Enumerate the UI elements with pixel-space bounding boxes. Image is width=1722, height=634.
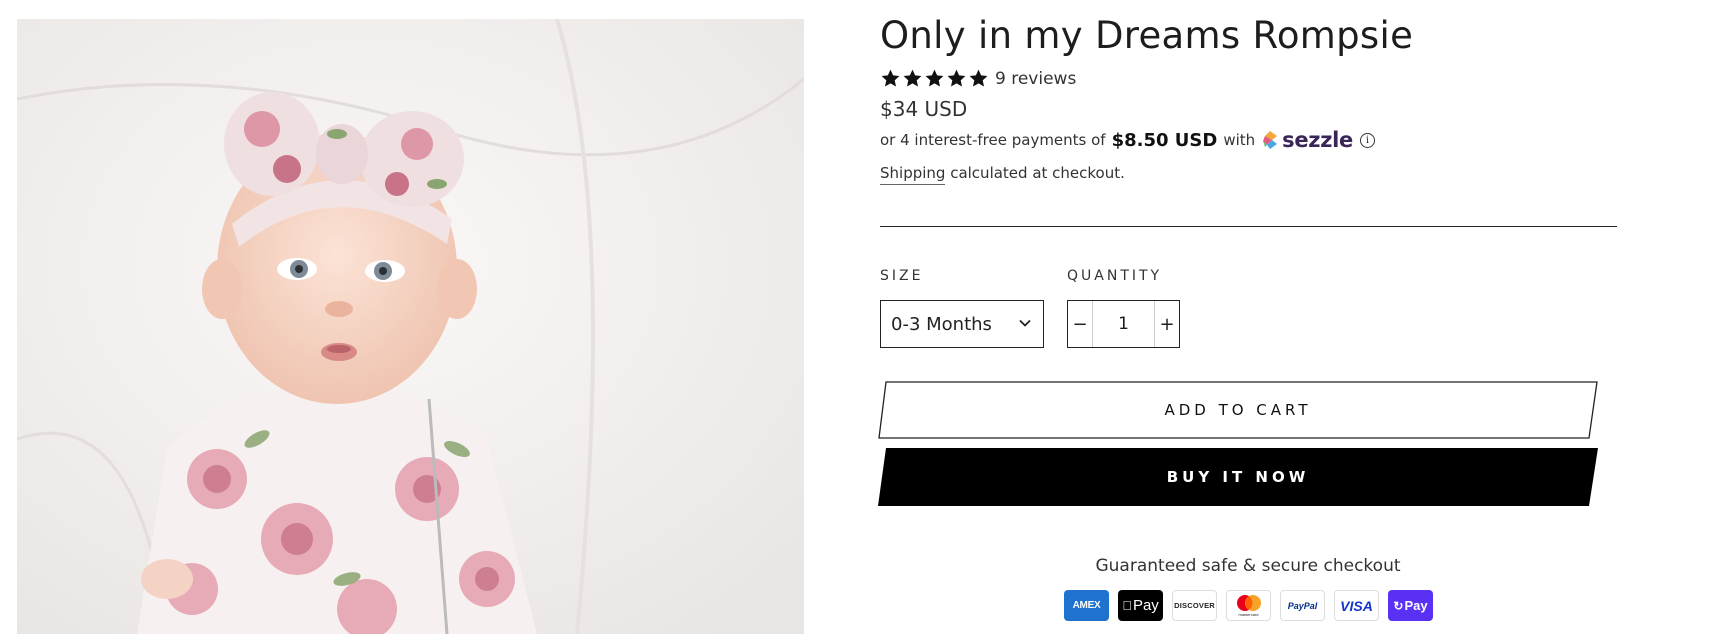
size-label: SIZE: [880, 268, 924, 284]
reviews-count[interactable]: 9 reviews: [995, 69, 1076, 89]
quantity-input[interactable]: 1: [1093, 301, 1154, 347]
quantity-decrease-button[interactable]: −: [1068, 301, 1093, 347]
size-select[interactable]: 0-3 Months: [880, 300, 1044, 348]
sezzle-brand[interactable]: sezzle: [1282, 128, 1353, 152]
sezzle-prefix: or 4 interest-free payments of: [880, 131, 1106, 149]
shop-pay-icon: ↻ Pay: [1388, 590, 1433, 621]
star-icon: [881, 69, 900, 87]
shipping-note: Shipping calculated at checkout.: [880, 164, 1125, 185]
add-to-cart-label: ADD TO CART: [1164, 401, 1312, 419]
star-rating: [880, 68, 989, 89]
star-icon: [925, 69, 944, 87]
apple-pay-icon: Pay: [1118, 590, 1163, 621]
star-icon: [903, 69, 922, 87]
sezzle-amount: $8.50 USD: [1111, 129, 1218, 151]
star-icon: [947, 69, 966, 87]
sezzle-with: with: [1223, 131, 1256, 149]
mastercard-circles-icon: [1236, 595, 1261, 611]
quantity-stepper: − 1 +: [1067, 300, 1180, 348]
mastercard-icon: mastercard: [1226, 590, 1271, 621]
amex-icon: AMEX: [1064, 590, 1109, 621]
payment-icons: AMEX Pay DISCOVER mastercard PayPal VIS…: [1064, 590, 1433, 621]
paypal-icon: PayPal: [1280, 590, 1325, 621]
product-image[interactable]: [17, 19, 804, 634]
baby-photo-illustration: [17, 19, 804, 634]
size-select-value: 0-3 Months: [891, 313, 992, 335]
chevron-down-icon: [1019, 319, 1031, 327]
sezzle-installments: or 4 interest-free payments of $8.50 USD…: [880, 128, 1375, 152]
visa-icon: VISA: [1334, 590, 1379, 621]
buy-it-now-label: BUY IT NOW: [1166, 468, 1310, 486]
star-icon: [969, 69, 988, 87]
shipping-rest: calculated at checkout.: [945, 164, 1125, 182]
product-title: Only in my Dreams Rompsie: [880, 14, 1414, 57]
rating[interactable]: 9 reviews: [880, 68, 1076, 89]
buy-it-now-button[interactable]: BUY IT NOW: [878, 448, 1598, 506]
discover-icon: DISCOVER: [1172, 590, 1217, 621]
shipping-link[interactable]: Shipping: [880, 164, 946, 185]
add-to-cart-button[interactable]: ADD TO CART: [878, 381, 1598, 439]
product-price: $34 USD: [880, 97, 968, 121]
info-icon[interactable]: i: [1360, 132, 1375, 148]
divider: [880, 226, 1617, 227]
sezzle-logo-icon: [1263, 131, 1278, 149]
quantity-label: QUANTITY: [1067, 268, 1163, 284]
secure-checkout-text: Guaranteed safe & secure checkout: [1095, 556, 1401, 576]
quantity-increase-button[interactable]: +: [1154, 301, 1179, 347]
